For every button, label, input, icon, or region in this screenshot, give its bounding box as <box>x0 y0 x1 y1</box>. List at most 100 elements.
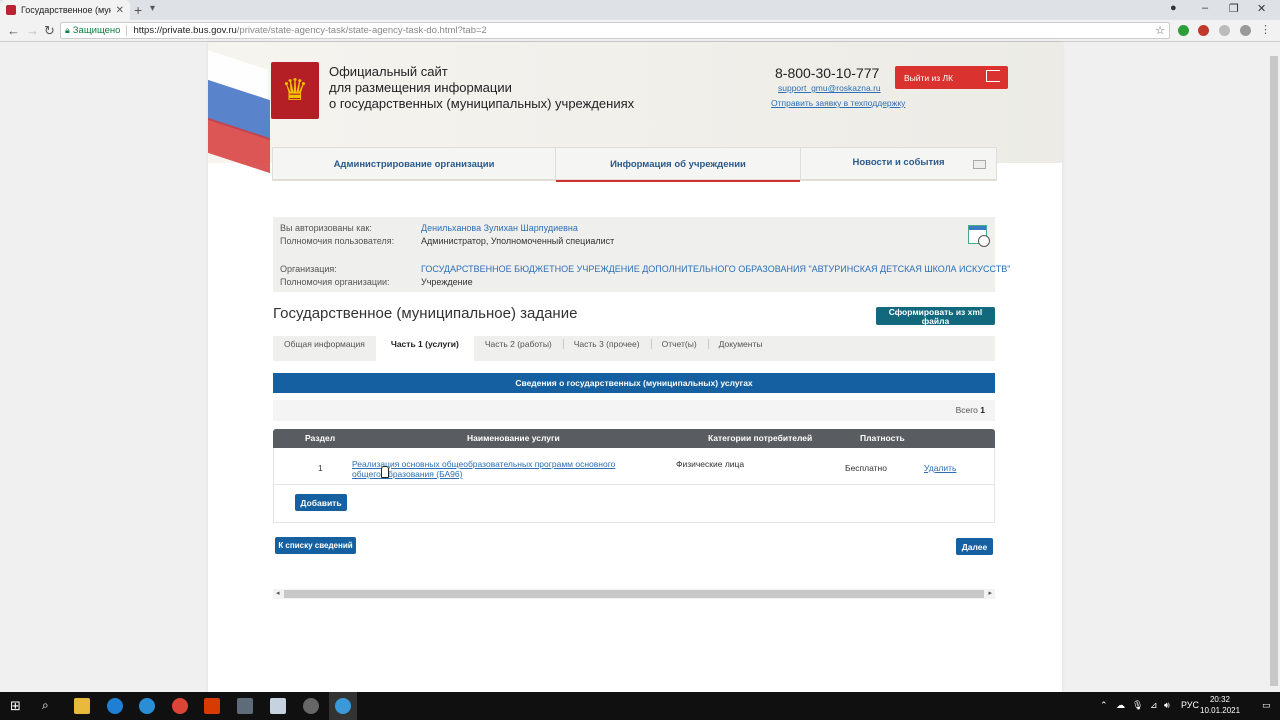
favicon-icon <box>6 5 16 15</box>
coat-of-arms-logo[interactable]: ♛ <box>271 62 319 119</box>
tab-menu-icon[interactable]: ▾ <box>150 3 155 14</box>
tab-general-info[interactable]: Общая информация <box>273 336 376 361</box>
page-title: Государственное (муниципальное) задание <box>273 305 578 322</box>
vertical-scrollbar[interactable] <box>1268 42 1280 692</box>
cloud-icon[interactable]: ☁ <box>1116 700 1125 711</box>
support-email-link[interactable]: support_gmu@roskazna.ru <box>778 83 881 93</box>
row-divider <box>274 484 994 485</box>
logout-button[interactable]: Выйти из ЛК <box>895 66 1008 89</box>
service-name-link[interactable]: Реализация основных общеобразовательных … <box>352 459 642 479</box>
volume-icon[interactable]: 🔊︎ <box>1164 700 1170 711</box>
extension-icon[interactable] <box>1178 25 1189 36</box>
logout-label: Выйти из ЛК <box>904 72 954 83</box>
section-header: Сведения о государственных (муниципальны… <box>273 373 995 393</box>
tab-documents[interactable]: Документы <box>707 336 774 361</box>
nav-item-news[interactable]: Новости и события <box>801 148 996 180</box>
support-request-link[interactable]: Отправить заявку в техподдержку <box>771 98 905 108</box>
row-paid: Бесплатно <box>845 463 887 473</box>
clock-date: 10.01.2021 <box>1200 706 1241 715</box>
delete-link[interactable]: Удалить <box>924 463 956 473</box>
account-icon[interactable]: ● <box>1170 2 1177 14</box>
new-tab-icon[interactable]: + <box>134 2 142 18</box>
url-path: /private/state-agency-task/state-agency-… <box>236 25 487 36</box>
tab-part-1-services[interactable]: Часть 1 (услуги) <box>375 336 474 361</box>
user-label: Вы авторизованы как: <box>280 223 372 233</box>
back-arrow-icon[interactable]: ← <box>7 23 20 38</box>
office-icon[interactable] <box>204 698 220 714</box>
column-header-service[interactable]: Наименование услуги <box>467 433 560 443</box>
close-icon[interactable]: ✕ <box>116 5 124 16</box>
window-close-icon[interactable]: ✕ <box>1257 2 1266 15</box>
extension-icon[interactable] <box>1240 25 1251 36</box>
services-table: 1 Реализация основных общеобразовательны… <box>273 448 995 523</box>
scroll-left-icon[interactable]: ◂ <box>276 589 280 599</box>
file-explorer-icon[interactable] <box>74 698 90 714</box>
add-button[interactable]: Добавить <box>295 494 347 511</box>
scrollbar-thumb[interactable] <box>284 590 984 598</box>
secure-label: Защищено <box>73 25 128 36</box>
org-rights-value: Учреждение <box>421 277 473 287</box>
browser-toolbar: ← → ↻ 🔒︎ Защищено https://private.bus.go… <box>0 20 1280 42</box>
tab-reports[interactable]: Отчет(ы) <box>650 336 708 361</box>
horizontal-scrollbar[interactable]: ◂ ▸ <box>273 589 995 599</box>
restore-icon[interactable]: ❐ <box>1229 2 1239 15</box>
nav-news-label: Новости и события <box>852 157 945 168</box>
row-consumers: Физические лица <box>676 459 745 469</box>
bookmark-star-icon[interactable]: ☆ <box>1155 24 1165 37</box>
network-icon[interactable]: ⊿ <box>1150 700 1158 711</box>
chrome-icon[interactable] <box>172 698 188 714</box>
address-bar[interactable]: 🔒︎ Защищено https://private.bus.gov.ru /… <box>60 22 1170 39</box>
calendar-history-icon[interactable] <box>968 225 990 247</box>
calculator-icon[interactable] <box>237 698 253 714</box>
nav-item-info[interactable]: Информация об учреждении <box>556 148 801 182</box>
language-indicator[interactable]: РУС <box>1181 700 1199 710</box>
site-title: Официальный сайт для размещения информац… <box>329 64 634 112</box>
site-title-line: для размещения информации <box>329 80 512 95</box>
site-title-line: Официальный сайт <box>329 64 448 79</box>
reload-icon[interactable]: ↻ <box>44 23 55 39</box>
row-section: 1 <box>318 463 323 473</box>
url-host: https://private.bus.gov.ru <box>133 25 237 36</box>
org-name-link[interactable]: ГОСУДАРСТВЕННОЕ БЮДЖЕТНОЕ УЧРЕЖДЕНИЕ ДОП… <box>421 264 1010 274</box>
active-taskbar-app[interactable] <box>329 692 357 720</box>
org-label: Организация: <box>280 264 337 274</box>
minimize-icon[interactable]: – <box>1202 2 1208 14</box>
site-title-line: о государственных (муниципальных) учрежд… <box>329 96 635 111</box>
system-clock[interactable]: 20:32 10.01.2021 <box>1200 694 1240 716</box>
next-button[interactable]: Далее <box>956 538 993 555</box>
column-header-consumers[interactable]: Категории потребителей <box>708 433 812 443</box>
browser-tab[interactable]: Государственное (муни ✕ <box>0 0 130 20</box>
forward-arrow-icon[interactable]: → <box>26 23 39 38</box>
tab-part-3-other[interactable]: Часть 3 (прочее) <box>562 336 651 361</box>
support-phone: 8-800-30-10-777 <box>775 65 880 81</box>
user-name-link[interactable]: Денильханова Зулихан Шарпудиевна <box>421 223 578 233</box>
table-header: Раздел Наименование услуги Категории пот… <box>273 429 995 448</box>
app-icon[interactable] <box>303 698 319 714</box>
extension-icon[interactable] <box>1198 25 1209 36</box>
lock-icon: 🔒︎ <box>65 25 70 35</box>
browser-menu-icon[interactable]: ⋮ <box>1260 23 1271 36</box>
windows-taskbar: ⊞ ⌕ ⌃ ☁ 🎙︎ ⊿ 🔊︎ РУС 20:32 10.01.2021 ▭ <box>0 692 1280 720</box>
org-rights-label: Полномочия организации: <box>280 277 390 287</box>
back-to-list-button[interactable]: К списку сведений <box>275 537 356 554</box>
rights-value: Администратор, Уполномоченный специалист <box>421 236 615 246</box>
extension-icon[interactable] <box>1219 25 1230 36</box>
main-navigation: Администрирование организации Информация… <box>272 147 997 182</box>
notepad-icon[interactable] <box>270 698 286 714</box>
column-header-paid[interactable]: Платность <box>860 433 905 443</box>
browser-tabbar: Государственное (муни ✕ + ▾ ● – ❐ ✕ <box>0 0 1280 20</box>
microphone-icon[interactable]: 🎙︎ <box>1132 700 1143 711</box>
tray-up-icon[interactable]: ⌃ <box>1100 700 1108 711</box>
telegram-icon <box>335 698 351 714</box>
ie-icon[interactable] <box>107 698 123 714</box>
search-icon[interactable]: ⌕ <box>42 698 49 713</box>
rights-label: Полномочия пользователя: <box>280 236 395 246</box>
tab-part-2-works[interactable]: Часть 2 (работы) <box>474 336 563 361</box>
notifications-icon[interactable]: ▭ <box>1262 700 1271 711</box>
generate-from-xml-button[interactable]: Сформировать из xml файла <box>876 307 995 325</box>
column-header-section[interactable]: Раздел <box>305 433 335 443</box>
windows-start-icon[interactable]: ⊞ <box>10 698 21 714</box>
scroll-right-icon[interactable]: ▸ <box>988 589 992 599</box>
nav-item-admin[interactable]: Администрирование организации <box>273 148 556 180</box>
edge-icon[interactable] <box>139 698 155 714</box>
